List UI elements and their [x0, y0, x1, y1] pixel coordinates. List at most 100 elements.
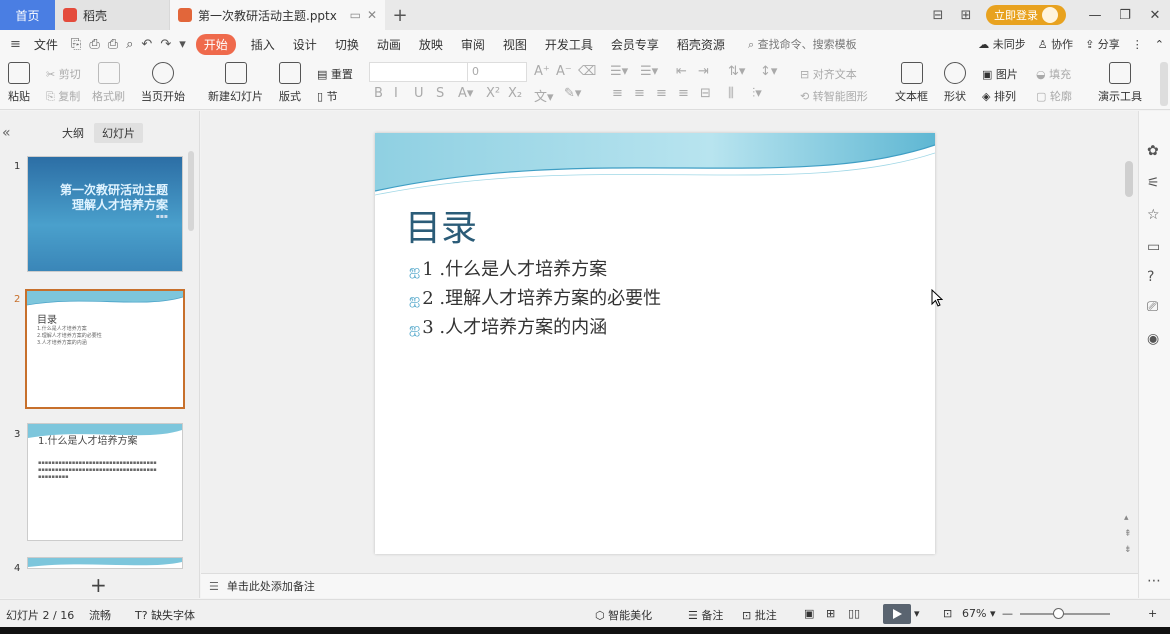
document-tab[interactable]: 第一次教研活动主题.pptx ▭ ✕ — [170, 0, 385, 30]
font-name-select[interactable] — [369, 62, 469, 82]
slideshow-play-button[interactable] — [883, 604, 911, 624]
print-icon[interactable]: ⎙ — [104, 37, 122, 52]
file-menu[interactable]: 文件 — [25, 36, 67, 53]
line-spacing-icon[interactable]: ↕▾ — [760, 64, 777, 79]
command-search-input[interactable]: ⌕ 查找命令、搜索模板 — [748, 36, 857, 52]
italic-icon[interactable]: I — [394, 86, 398, 101]
bullet-list-icon[interactable]: ☰▾ — [610, 64, 628, 79]
reading-view-icon[interactable]: ▯▯ — [848, 607, 860, 620]
outline-button[interactable]: ▢ 轮廓 — [1036, 88, 1072, 104]
screen-icon[interactable]: ▭ — [350, 8, 361, 22]
notes-bar[interactable]: ☰ 单击此处添加备注 — [201, 573, 1138, 598]
reset-button[interactable]: ▤ 重置 — [317, 66, 353, 82]
convert-smartart-button[interactable]: ⟲ 转智能图形 — [800, 88, 868, 104]
decrease-font-icon[interactable]: A⁻ — [556, 64, 572, 79]
tab-slideshow[interactable]: 放映 — [410, 36, 452, 53]
increase-font-icon[interactable]: A⁺ — [534, 64, 550, 79]
comments-button[interactable]: ⊡ 批注 — [742, 607, 777, 623]
next-slide-icon[interactable]: ⇟ — [1124, 545, 1132, 555]
new-tab-button[interactable]: + — [385, 0, 415, 30]
slide-thumbnail-2[interactable]: 目录 1.什么是人才培养方案 2.理解人才培养方案的必要性 3.人才培养方案的内… — [25, 289, 185, 409]
justify-icon[interactable]: ≡ — [678, 86, 689, 101]
font-size-select[interactable]: 0 — [467, 62, 527, 82]
align-text-button[interactable]: ⊟ 对齐文本 — [800, 66, 857, 82]
collapse-panel-icon[interactable]: « — [2, 125, 11, 141]
strikethrough-icon[interactable]: S — [436, 86, 444, 101]
columns-icon[interactable]: ⫼ — [728, 86, 734, 101]
print-preview-icon[interactable]: ⌕ — [122, 37, 137, 52]
zoom-level[interactable]: 67% ▾ — [962, 607, 995, 620]
tab-docer-resources[interactable]: 稻壳资源 — [668, 36, 734, 53]
notes-toggle-button[interactable]: ☰ 备注 — [688, 607, 723, 623]
cut-button[interactable]: ✂ 剪切 — [46, 66, 81, 82]
paragraph-spacing-icon[interactable]: ⫶▾ — [752, 86, 762, 101]
bold-icon[interactable]: B — [374, 86, 383, 101]
align-center-icon[interactable]: ≡ — [634, 86, 645, 101]
slide-sorter-icon[interactable]: ⊞ — [826, 607, 835, 620]
play-options-icon[interactable]: ▾ — [914, 607, 920, 620]
slide-thumbnail-1[interactable]: 第一次教研活动主题 理解人才培养方案 ▪▪▪ — [27, 156, 183, 272]
login-button[interactable]: 立即登录 — [986, 5, 1066, 25]
tab-transitions[interactable]: 切换 — [326, 36, 368, 53]
more-tools-icon[interactable]: ⋯ — [1147, 573, 1161, 589]
normal-view-icon[interactable]: ▣ — [804, 607, 814, 620]
subscript-icon[interactable]: X₂ — [508, 86, 522, 101]
highlight-icon[interactable]: ✎▾ — [564, 86, 581, 101]
close-tab-icon[interactable]: ✕ — [367, 8, 377, 22]
smart-beautify-button[interactable]: ⬡ 智能美化 — [595, 607, 652, 623]
fit-window-icon[interactable]: ⊡ — [943, 607, 952, 620]
thumbnail-scrollbar[interactable] — [188, 151, 194, 231]
phonetic-icon[interactable]: 文▾ — [534, 86, 554, 105]
ai-assistant-icon[interactable]: ◉ — [1147, 331, 1159, 347]
collapse-ribbon-icon[interactable]: ⌃ — [1149, 38, 1170, 51]
properties-icon[interactable]: ⚟ — [1147, 175, 1160, 191]
quick-access-dropdown-icon[interactable]: ▾ — [175, 37, 190, 52]
new-slide-button[interactable]: 新建幻灯片 — [208, 62, 263, 104]
more-options-icon[interactable]: ⋮ — [1126, 38, 1149, 51]
fill-button[interactable]: ◒ 填充 — [1036, 66, 1071, 82]
redo-icon[interactable]: ↷ — [156, 37, 175, 52]
copy-button[interactable]: ⎘ 复制 — [46, 88, 80, 104]
distribute-icon[interactable]: ⊟ — [700, 86, 711, 101]
slide-vertical-scrollbar[interactable]: ▴ ⇞ ⇟ — [1121, 111, 1137, 573]
numbered-list-icon[interactable]: ☰▾ — [640, 64, 658, 79]
comment-icon[interactable]: ▭ — [1147, 239, 1160, 255]
presentation-tools-button[interactable]: 演示工具 — [1098, 62, 1142, 104]
docer-tab[interactable]: 稻壳 — [55, 0, 170, 30]
format-painter-button[interactable]: 格式刷 — [92, 62, 125, 104]
tab-developer[interactable]: 开发工具 — [536, 36, 602, 53]
picture-button[interactable]: ▣ 图片 — [982, 66, 1018, 82]
export-pdf-icon[interactable]: ⎙ — [85, 37, 103, 52]
theme-icon[interactable]: ✿ — [1147, 143, 1159, 159]
tab-outline[interactable]: 大纲 — [54, 123, 92, 143]
minimize-icon[interactable]: — — [1080, 8, 1110, 23]
toc-item[interactable]: ஐ1 .什么是人才培养方案 — [409, 255, 607, 281]
arrange-button[interactable]: ◈ 排列 — [982, 88, 1016, 104]
tab-review[interactable]: 审阅 — [452, 36, 494, 53]
scrollbar-thumb[interactable] — [1125, 161, 1133, 197]
undo-icon[interactable]: ↶ — [137, 37, 156, 52]
tab-design[interactable]: 设计 — [284, 36, 326, 53]
save-icon[interactable]: ⎘ — [67, 37, 85, 52]
underline-icon[interactable]: U — [414, 86, 424, 101]
animation-icon[interactable]: ☆ — [1147, 207, 1160, 223]
tab-insert[interactable]: 插入 — [242, 36, 284, 53]
align-right-icon[interactable]: ≡ — [656, 86, 667, 101]
scroll-up-icon[interactable]: ▴ — [1124, 513, 1129, 523]
help-icon[interactable]: ? — [1147, 269, 1154, 285]
collab-button[interactable]: ♙ 协作 — [1032, 36, 1079, 52]
zoom-in-icon[interactable]: + — [1148, 607, 1157, 620]
clear-format-icon[interactable]: ⌫ — [578, 64, 596, 79]
prev-slide-icon[interactable]: ⇞ — [1124, 529, 1132, 539]
superscript-icon[interactable]: X² — [486, 86, 500, 101]
tab-member[interactable]: 会员专享 — [602, 36, 668, 53]
slide-thumbnail-4[interactable] — [27, 557, 183, 569]
toc-item[interactable]: ஐ3 .人才培养方案的内涵 — [409, 313, 607, 339]
tab-home[interactable]: 开始 — [195, 33, 236, 55]
missing-font-button[interactable]: T? 缺失字体 — [135, 607, 195, 623]
align-left-icon[interactable]: ≡ — [612, 86, 623, 101]
text-direction-icon[interactable]: ⇅▾ — [728, 64, 745, 79]
current-slide[interactable]: 目录 ஐ1 .什么是人才培养方案 ஐ2 .理解人才培养方案的必要性 ஐ3 .人才… — [375, 133, 935, 554]
tab-slides[interactable]: 幻灯片 — [94, 123, 143, 143]
share-button[interactable]: ⇪ 分享 — [1079, 36, 1126, 52]
